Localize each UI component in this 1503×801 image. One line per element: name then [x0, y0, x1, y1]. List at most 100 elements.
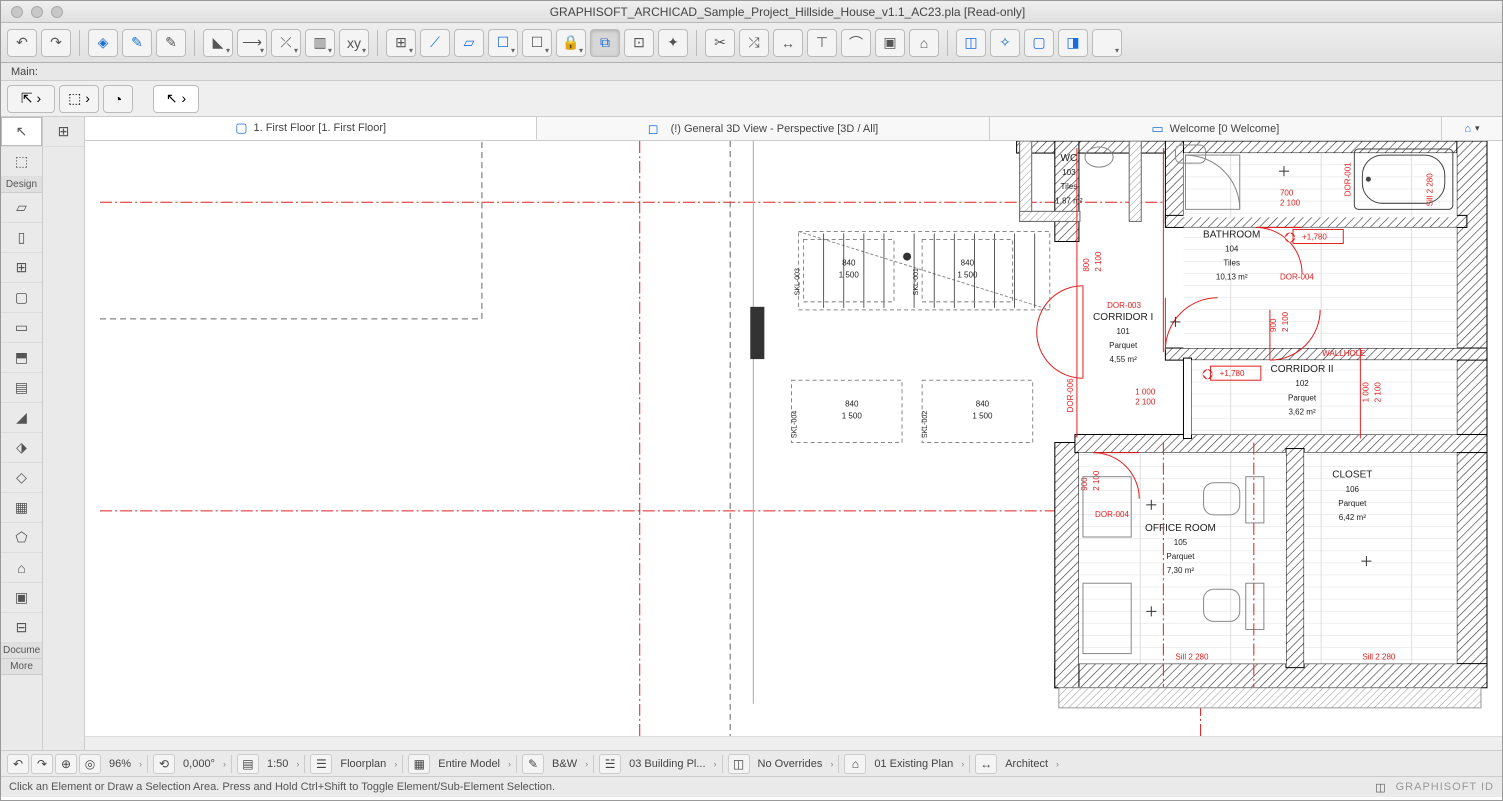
fillet-button[interactable]: ⌒ [841, 29, 871, 57]
layercomb-value[interactable]: 03 Building Pl... [623, 758, 711, 770]
redo-button[interactable]: ↷ [41, 29, 71, 57]
fit-button[interactable]: ◎ [79, 754, 101, 774]
angle-value[interactable]: 0,000° [177, 758, 221, 770]
undo-button[interactable]: ↶ [7, 29, 37, 57]
zoom-in-button[interactable]: ⊕ [55, 754, 77, 774]
intersect-button[interactable]: ⊤ [807, 29, 837, 57]
chevron-down-icon[interactable]: ▾ [1475, 123, 1480, 134]
trace-button[interactable]: ☐▾ [522, 29, 552, 57]
minimize-window-icon[interactable] [31, 6, 43, 18]
model-icon[interactable]: ▦ [408, 754, 430, 774]
slab-tool[interactable]: ⬒ [1, 343, 42, 373]
mesh-tool[interactable]: ⊟ [1, 613, 42, 643]
layer-select-button[interactable]: ◔ [103, 85, 133, 113]
override-icon[interactable]: ◫ [728, 754, 750, 774]
adjust-button[interactable]: ↔ [773, 29, 803, 57]
svg-text:Parquet: Parquet [1166, 552, 1195, 561]
marquee-dropdown[interactable]: ⬚ › [59, 85, 99, 113]
zone-tool[interactable]: ▣ [1, 583, 42, 613]
orbit-fwd-button[interactable]: ↷ [31, 754, 53, 774]
snap-guide-button[interactable]: ⟶▾ [237, 29, 267, 57]
svg-text:2 100: 2 100 [1092, 470, 1101, 491]
close-window-icon[interactable] [11, 6, 23, 18]
morph-tool[interactable]: ⬠ [1, 523, 42, 553]
renov-icon[interactable]: ⌂ [844, 754, 866, 774]
snap-point-button[interactable]: ⤫▾ [271, 29, 301, 57]
arrow-tool[interactable]: ↖ [1, 117, 42, 147]
cube-icon: ◻ [648, 121, 659, 137]
svg-text:CORRIDOR I: CORRIDOR I [1093, 312, 1153, 323]
penset-value[interactable]: B&W [546, 758, 583, 770]
window-tool[interactable]: ⊞ [1, 253, 42, 283]
suspend-groups-button[interactable]: ⧉ [590, 29, 620, 57]
rotate-icon[interactable]: ⟲ [153, 754, 175, 774]
horizontal-scrollbar[interactable] [85, 736, 1502, 750]
brand-label[interactable]: GRAPHISOFT ID [1396, 781, 1494, 793]
grid-view-toggle[interactable]: ⊞ [43, 117, 84, 147]
gravity-button[interactable]: ⟋ [420, 29, 450, 57]
override-value[interactable]: No Overrides [752, 758, 829, 770]
toolbox: ↖ ⬚ Design ▱ ▯ ⊞ ▢ ▭ ⬒ ▤ ◢ ⬗ ◇ ▦ ⬠ ⌂ ▣ ⊟… [1, 117, 43, 750]
pick-button[interactable]: ◈ [88, 29, 118, 57]
tab-welcome[interactable]: ▭ Welcome [0 Welcome] [990, 117, 1442, 140]
guideline-button[interactable]: ◣▾ [203, 29, 233, 57]
renov-value[interactable]: 01 Existing Plan [868, 758, 959, 770]
measure-button[interactable]: ✎ [156, 29, 186, 57]
view-value[interactable]: Floorplan [334, 758, 392, 770]
roof-tool[interactable]: ◢ [1, 403, 42, 433]
chevron-right-icon[interactable]: › [139, 759, 142, 769]
beam-tool[interactable]: ▭ [1, 313, 42, 343]
split-button[interactable]: ⤮ [739, 29, 769, 57]
svg-text:900: 900 [1269, 318, 1278, 332]
object-tool[interactable]: ⌂ [1, 553, 42, 583]
magic-wand-button[interactable]: ✧ [990, 29, 1020, 57]
column-tool[interactable]: ▢ [1, 283, 42, 313]
model-value[interactable]: Entire Model [432, 758, 506, 770]
favorite-dropdown[interactable]: ⇱ › [7, 85, 55, 113]
scale-value[interactable]: 1:50 [261, 758, 294, 770]
teamwork-icon[interactable]: ◫ [1375, 781, 1385, 794]
ruler-button[interactable]: ▥▾ [305, 29, 335, 57]
wall-tool[interactable]: ▱ [1, 193, 42, 223]
dim-value[interactable]: Architect [999, 758, 1054, 770]
align-button[interactable]: ⌂ [909, 29, 939, 57]
tab-first-floor[interactable]: ▢ 1. First Floor [1. First Floor] [85, 117, 537, 140]
svg-text:105: 105 [1174, 538, 1188, 547]
layers-icon[interactable]: ☰ [310, 754, 332, 774]
coord-button[interactable]: xy▾ [339, 29, 369, 57]
more-section-label: More [1, 659, 42, 675]
scale-icon[interactable]: ▤ [237, 754, 259, 774]
marquee-tool[interactable]: ⬚ [1, 147, 42, 177]
dim-icon[interactable]: ↔ [975, 754, 997, 774]
shell-button[interactable]: ◨ [1058, 29, 1088, 57]
home-icon[interactable]: ⌂ [1464, 123, 1471, 135]
dimension-setting-button[interactable]: ⊡ [624, 29, 654, 57]
zoom-window-icon[interactable] [51, 6, 63, 18]
plane-button[interactable]: ▱ [454, 29, 484, 57]
layer-combo-icon[interactable]: ☱ [599, 754, 621, 774]
shell-tool[interactable]: ⬗ [1, 433, 42, 463]
skylight-tool[interactable]: ◇ [1, 463, 42, 493]
stair-tool[interactable]: ▤ [1, 373, 42, 403]
inject-button[interactable]: ✎ [122, 29, 152, 57]
zoom-value[interactable]: 96% [103, 758, 137, 770]
penset-icon[interactable]: ✎ [522, 754, 544, 774]
orbit-back-button[interactable]: ↶ [7, 754, 29, 774]
tab-3d-view[interactable]: ◻ (!) General 3D View - Perspective [3D … [537, 117, 989, 140]
orient-button[interactable]: ✦ [658, 29, 688, 57]
door-tool[interactable]: ▯ [1, 223, 42, 253]
svg-text:DOR-004: DOR-004 [1095, 510, 1129, 519]
grid-button[interactable]: ⊞▾ [386, 29, 416, 57]
trim-button[interactable]: ✂ [705, 29, 735, 57]
drawing-canvas[interactable]: SKL-003 840 1 500 SKL-001 840 1 500 SKL-… [85, 141, 1502, 736]
seo-add-button[interactable]: ◫ [956, 29, 986, 57]
morph-button[interactable]: ▢ [1024, 29, 1054, 57]
arrow-mode-button[interactable]: ↖ › [153, 85, 199, 113]
content-area: ▢ 1. First Floor [1. First Floor] ◻ (!) … [85, 117, 1502, 750]
curtain-wall-tool[interactable]: ▦ [1, 493, 42, 523]
more-button[interactable]: ▾ [1092, 29, 1122, 57]
group-toggle-button[interactable]: 🔒▾ [556, 29, 586, 57]
layer-button[interactable]: ☐▾ [488, 29, 518, 57]
tab-label: 1. First Floor [1. First Floor] [253, 122, 386, 134]
resize-button[interactable]: ▣ [875, 29, 905, 57]
